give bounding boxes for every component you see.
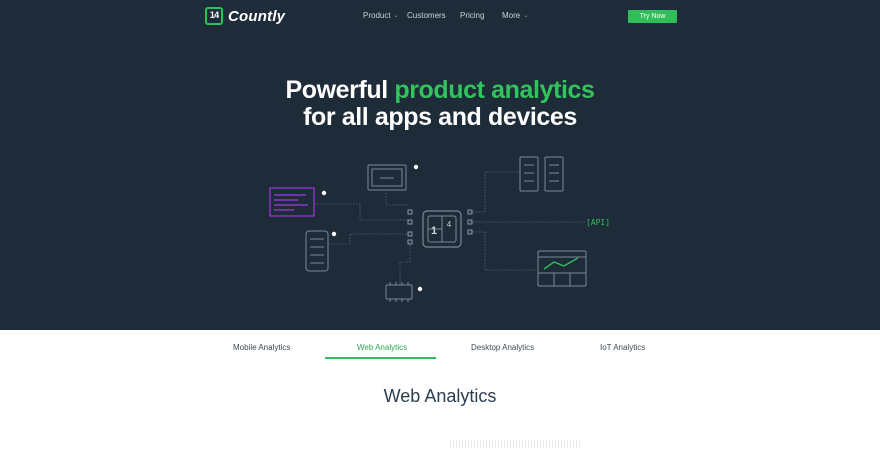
tab-desktop-analytics[interactable]: Desktop Analytics [471, 343, 534, 352]
node-dot [321, 190, 327, 196]
mobile-device-icon [305, 230, 329, 272]
node-dot [413, 164, 419, 170]
hero-section: 14 Countly Product ⌄ Customers Pricing M… [0, 0, 880, 330]
node-dot [417, 286, 423, 292]
tab-iot-analytics[interactable]: IoT Analytics [600, 343, 645, 352]
section-title: Web Analytics [383, 386, 497, 406]
analytics-tabs [0, 330, 880, 360]
chart-trend-line [543, 257, 579, 270]
iot-chip-icon [385, 282, 413, 302]
active-tab-indicator [325, 357, 436, 359]
server-stack-icon [519, 156, 564, 192]
tab-web-analytics[interactable]: Web Analytics [357, 343, 407, 352]
api-label: [API] [586, 218, 610, 227]
tab-mobile-analytics[interactable]: Mobile Analytics [233, 343, 290, 352]
hub-mark-text: 1 [431, 225, 437, 237]
section-divider-pattern [450, 440, 580, 448]
connector-nodes [407, 209, 473, 245]
node-dot [331, 231, 337, 237]
desktop-device-icon [367, 164, 407, 191]
hub-mark-text: 4 [447, 220, 452, 229]
code-window-icon [269, 187, 315, 217]
platform-diagram: 1 4 [API] [269, 156, 610, 302]
countly-hub-icon [422, 210, 462, 248]
